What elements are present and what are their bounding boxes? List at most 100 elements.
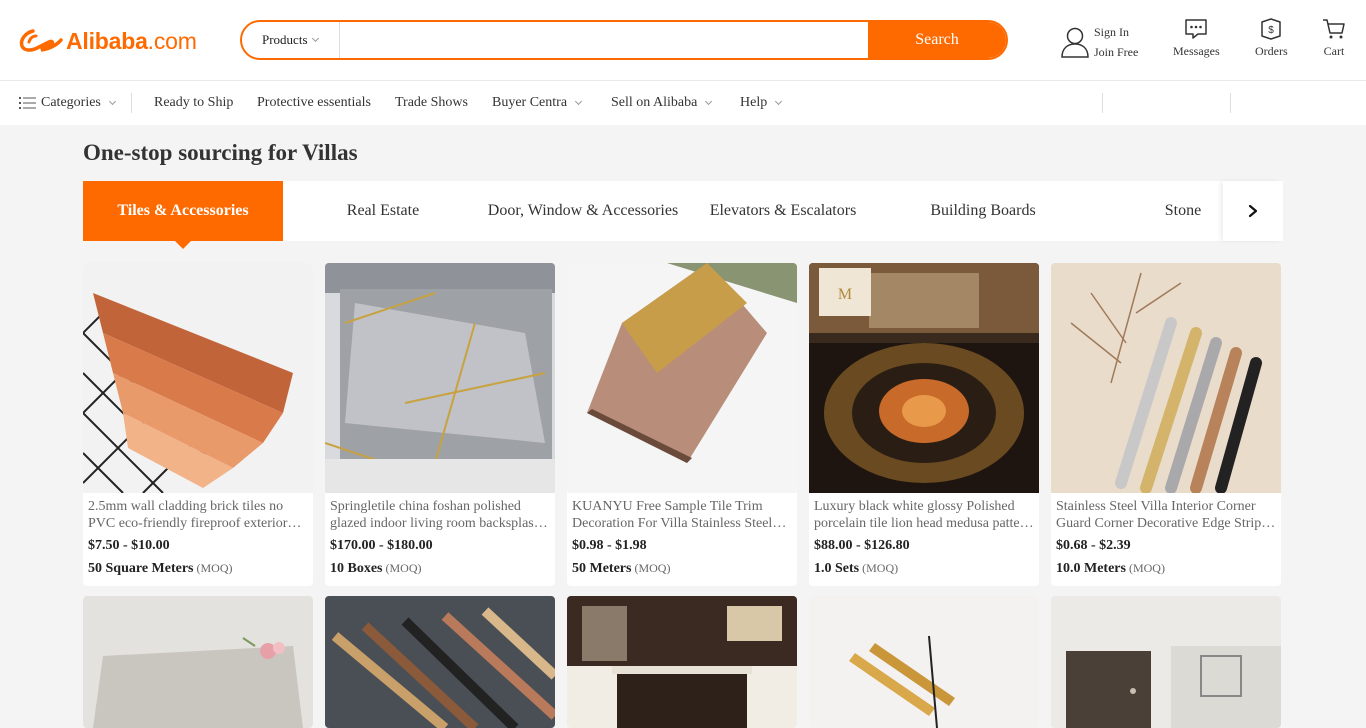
chevron-down-icon xyxy=(108,97,116,106)
tab-building-boards[interactable]: Building Boards xyxy=(883,181,1083,241)
message-icon xyxy=(1185,19,1208,39)
categories-label: Categories xyxy=(41,95,101,110)
product-moq: 1.0 Sets (MOQ) xyxy=(809,555,1039,578)
nav-ready-to-ship[interactable]: Ready to Ship xyxy=(154,95,233,111)
categories-menu[interactable]: Categories xyxy=(19,95,116,111)
nav-ready-to-ship-label: Ready to Ship xyxy=(154,95,234,110)
product-card[interactable]: KUANYU Free Sample Tile Trim Decoration … xyxy=(567,263,797,586)
alibaba-logo[interactable]: Alibaba.com xyxy=(19,27,197,55)
product-name-line: PVC eco-friendly fireproof exterior… xyxy=(88,516,302,531)
orders-button[interactable]: $ Orders xyxy=(1255,18,1288,59)
product-price: $88.00 - $126.80 xyxy=(814,538,910,553)
product-price: $0.98 - $1.98 xyxy=(572,538,647,553)
product-moq: 10 Boxes (MOQ) xyxy=(325,555,555,578)
nav-protective-essentials[interactable]: Protective essentials xyxy=(257,95,371,111)
product-moq-value: 1.0 Sets xyxy=(814,561,860,576)
product-card[interactable] xyxy=(567,596,797,728)
nav-buyer-central[interactable]: Buyer Centra xyxy=(492,95,583,111)
product-image xyxy=(83,263,313,493)
product-card[interactable]: 2.5mm wall cladding brick tiles no PVC e… xyxy=(83,263,313,586)
list-icon xyxy=(19,97,36,109)
product-card[interactable]: M Luxury black white glossy Polished por… xyxy=(809,263,1039,586)
product-moq-value: 50 Square Meters xyxy=(88,561,194,576)
product-moq-value: 10.0 Meters xyxy=(1056,561,1126,576)
product-card[interactable] xyxy=(83,596,313,728)
user-icon xyxy=(1061,27,1089,58)
product-name: Stainless Steel Villa Interior Corner Gu… xyxy=(1051,493,1281,532)
product-card[interactable] xyxy=(809,596,1039,728)
product-moq: 10.0 Meters (MOQ) xyxy=(1051,555,1281,578)
tab-tiles-accessories[interactable]: Tiles & Accessories xyxy=(83,181,283,249)
logo-suffix: .com xyxy=(147,27,197,54)
chevron-down-icon xyxy=(574,97,583,106)
product-price: $170.00 - $180.00 xyxy=(330,538,433,553)
moq-tag: (MOQ) xyxy=(1128,561,1165,575)
chevron-down-icon xyxy=(311,34,319,43)
moq-tag: (MOQ) xyxy=(196,561,233,575)
moq-tag: (MOQ) xyxy=(634,561,671,575)
product-image xyxy=(1051,263,1281,493)
tab-real-estate[interactable]: Real Estate xyxy=(283,181,483,241)
product-card[interactable] xyxy=(325,596,555,728)
product-image xyxy=(567,596,797,728)
nav-trade-shows-label: Trade Shows xyxy=(395,95,468,110)
svg-text:M: M xyxy=(838,286,852,303)
product-name-line: Springletile china foshan polished xyxy=(330,499,521,514)
product-name: KUANYU Free Sample Tile Trim Decoration … xyxy=(567,493,797,532)
product-card[interactable] xyxy=(1051,596,1281,728)
nav-divider xyxy=(1102,93,1103,113)
sign-in-link[interactable]: Sign In xyxy=(1094,22,1138,42)
nav-divider xyxy=(131,93,132,113)
product-name-line: Stainless Steel Villa Interior Corner xyxy=(1056,499,1256,514)
cart-icon xyxy=(1323,19,1345,39)
chevron-down-icon xyxy=(775,97,783,106)
product-image xyxy=(325,596,555,728)
orders-icon: $ xyxy=(1261,18,1282,40)
site-header: Alibaba.com Products Search Sign In Join… xyxy=(0,0,1366,81)
search-button[interactable]: Search xyxy=(868,22,1006,58)
product-image xyxy=(809,596,1039,728)
nav-help[interactable]: Help xyxy=(740,95,783,111)
product-name: Luxury black white glossy Polished porce… xyxy=(809,493,1039,532)
nav-sell-on-alibaba[interactable]: Sell on Alibaba xyxy=(611,95,713,111)
product-name-line: KUANYU Free Sample Tile Trim xyxy=(572,499,763,514)
product-card[interactable]: Stainless Steel Villa Interior Corner Gu… xyxy=(1051,263,1281,586)
product-name: Springletile china foshan polished glaze… xyxy=(325,493,555,532)
product-name: 2.5mm wall cladding brick tiles no PVC e… xyxy=(83,493,313,532)
chevron-right-icon xyxy=(1248,204,1258,218)
nav-trade-shows[interactable]: Trade Shows xyxy=(395,95,468,111)
page-title: One-stop sourcing for Villas xyxy=(83,140,358,165)
nav-sell-on-alibaba-label: Sell on Alibaba xyxy=(611,95,698,110)
search-category-select[interactable]: Products xyxy=(242,22,340,58)
product-price: $0.68 - $2.39 xyxy=(1056,538,1131,553)
join-free-link[interactable]: Join Free xyxy=(1094,42,1138,62)
product-card[interactable]: Springletile china foshan polished glaze… xyxy=(325,263,555,586)
tabs-next-button[interactable] xyxy=(1223,181,1283,241)
orders-label: Orders xyxy=(1255,44,1288,58)
search-input[interactable] xyxy=(340,22,868,58)
product-name-line: Guard Corner Decorative Edge Strip… xyxy=(1056,516,1276,531)
messages-label: Messages xyxy=(1173,44,1220,58)
cart-label: Cart xyxy=(1323,44,1345,58)
product-name-line: glazed indoor living room backsplas… xyxy=(330,516,548,531)
product-price: $7.50 - $10.00 xyxy=(88,538,170,553)
product-name-line: porcelain tile lion head medusa patte… xyxy=(814,516,1034,531)
nav-protective-essentials-label: Protective essentials xyxy=(257,95,371,110)
messages-button[interactable]: Messages xyxy=(1173,18,1220,59)
tab-door-window[interactable]: Door, Window & Accessories xyxy=(483,181,683,241)
product-image xyxy=(1051,596,1281,728)
tab-elevators[interactable]: Elevators & Escalators xyxy=(683,181,883,241)
search-bar: Products Search xyxy=(240,20,1008,60)
moq-tag: (MOQ) xyxy=(385,561,422,575)
product-image xyxy=(567,263,797,493)
product-moq-value: 50 Meters xyxy=(572,561,632,576)
product-image xyxy=(325,263,555,493)
product-moq-value: 10 Boxes xyxy=(330,561,383,576)
account-menu[interactable]: Sign In Join Free xyxy=(1060,22,1138,62)
alibaba-logo-icon xyxy=(19,29,63,52)
product-moq: 50 Square Meters (MOQ) xyxy=(83,555,313,578)
moq-tag: (MOQ) xyxy=(862,561,899,575)
product-image xyxy=(83,596,313,728)
cart-button[interactable]: Cart xyxy=(1322,18,1346,59)
svg-text:$: $ xyxy=(1269,25,1275,36)
